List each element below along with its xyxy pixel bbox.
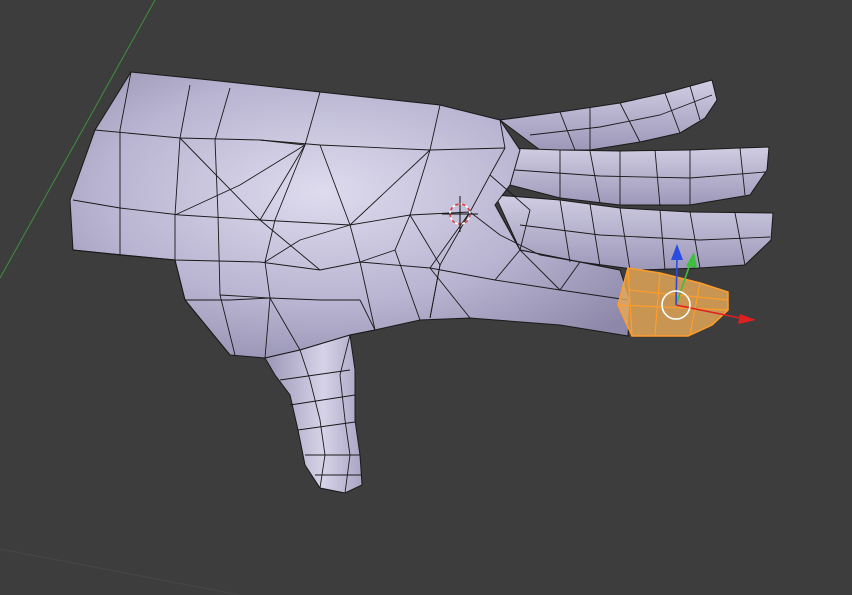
finger-ring (504, 146, 770, 206)
finger-pinky (498, 79, 718, 151)
3d-viewport[interactable] (0, 0, 852, 595)
selected-vertices[interactable] (617, 267, 729, 337)
gizmo-x-arrow-icon[interactable] (738, 314, 756, 324)
gizmo-z-axis[interactable] (675, 257, 678, 306)
thumb (264, 334, 363, 494)
viewport-canvas[interactable] (0, 0, 852, 595)
grid-line (0, 548, 241, 595)
